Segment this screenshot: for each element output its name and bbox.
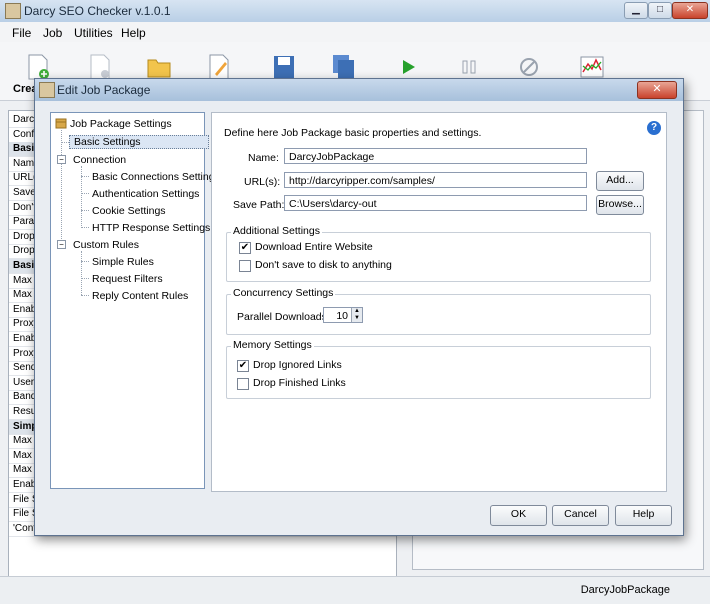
tree-cookie-settings[interactable]: Cookie Settings	[92, 205, 166, 217]
property-name: Resu	[13, 406, 37, 417]
tree-connection[interactable]: Connection	[73, 154, 126, 166]
browse-button[interactable]: Browse...	[596, 195, 644, 215]
dialog-icon	[39, 82, 55, 98]
property-name: Send	[13, 362, 37, 374]
close-button[interactable]: ✕	[672, 2, 708, 19]
main-title-bar: Darcy SEO Checker v.1.0.1 ▁ □ ✕	[0, 0, 710, 23]
basic-settings-panel: Define here Job Package basic properties…	[211, 112, 667, 492]
minimize-button[interactable]: ▁	[624, 2, 648, 19]
property-name: Para	[13, 216, 35, 228]
property-name: Don't	[13, 201, 37, 213]
menu-file[interactable]: File	[12, 26, 31, 40]
edit-job-package-dialog: Edit Job Package ✕ Job Package Settings …	[34, 78, 684, 536]
tree-basic-connections-settings[interactable]: Basic Connections Settings	[92, 171, 220, 183]
dialog-title: Edit Job Package	[57, 83, 151, 97]
download-entire-label: Download Entire Website	[255, 241, 373, 253]
tree-toggle-connection[interactable]: −	[57, 155, 66, 164]
save-disk-icon[interactable]	[272, 54, 296, 80]
property-name: Enab	[13, 303, 37, 315]
start-play-icon[interactable]	[397, 54, 421, 80]
pause-icon[interactable]	[457, 54, 481, 80]
name-input[interactable]: DarcyJobPackage	[284, 148, 587, 164]
property-name: User	[13, 376, 35, 388]
maximize-button[interactable]: □	[648, 2, 672, 19]
property-name: Band	[13, 391, 37, 403]
property-name: Drop	[13, 230, 35, 242]
tree-request-filters[interactable]: Request Filters	[92, 273, 163, 285]
property-name: Conf	[13, 128, 35, 140]
dont-save-label: Don't save to disk to anything	[255, 259, 392, 271]
app-icon	[5, 3, 21, 19]
dialog-close-button[interactable]: ✕	[637, 81, 677, 99]
property-name: URL(	[13, 172, 37, 184]
tree-simple-rules[interactable]: Simple Rules	[92, 256, 154, 268]
additional-settings-title: Additional Settings	[231, 225, 322, 237]
cancel-button[interactable]: Cancel	[552, 505, 609, 526]
property-name: Enab	[13, 333, 37, 344]
concurrency-settings-title: Concurrency Settings	[231, 287, 336, 299]
memory-settings-title: Memory Settings	[231, 339, 314, 351]
open-folder-icon[interactable]	[147, 54, 171, 80]
drop-ignored-label: Drop Ignored Links	[253, 359, 342, 371]
property-name: Max	[13, 449, 32, 461]
tree-custom-rules[interactable]: Custom Rules	[73, 239, 139, 251]
tree-reply-content-rules[interactable]: Reply Content Rules	[92, 290, 188, 302]
property-name: Max	[13, 464, 32, 476]
add-url-button[interactable]: Add...	[596, 171, 644, 191]
property-name: Enab	[13, 479, 37, 490]
save-all-icon[interactable]	[332, 54, 356, 80]
tree-authentication-settings[interactable]: Authentication Settings	[92, 188, 199, 200]
additional-settings-group: Additional Settings ✔ Download Entire We…	[226, 225, 651, 282]
chart-report-icon[interactable]	[580, 54, 604, 80]
status-job-name: DarcyJobPackage	[580, 584, 670, 596]
status-bar: DarcyJobPackage	[0, 576, 710, 604]
create-document-icon[interactable]	[26, 54, 50, 80]
menu-job[interactable]: Job	[43, 26, 62, 40]
download-entire-checkbox[interactable]: ✔	[239, 242, 251, 254]
drop-finished-checkbox[interactable]	[237, 378, 249, 390]
edit-document-icon[interactable]	[207, 54, 231, 80]
settings-tree: Job Package Settings Basic Settings − Co…	[50, 112, 220, 489]
concurrency-settings-group: Concurrency Settings Parallel Downloads:…	[226, 287, 651, 335]
property-name: Save	[13, 187, 36, 198]
drop-ignored-checkbox[interactable]: ✔	[237, 360, 249, 372]
package-icon	[55, 118, 67, 129]
menu-bar: File Job Utilities Help	[0, 22, 710, 42]
menu-help[interactable]: Help	[121, 26, 146, 40]
stop-icon[interactable]	[517, 54, 541, 80]
ok-button[interactable]: OK	[490, 505, 547, 526]
property-name: Max	[13, 435, 32, 447]
tree-job-package-settings[interactable]: Job Package Settings	[70, 118, 172, 130]
urls-input[interactable]: http://darcyripper.com/samples/	[284, 172, 587, 188]
help-icon[interactable]: ?	[647, 121, 661, 135]
save-path-label: Save Path:	[233, 199, 285, 211]
save-path-input[interactable]: C:\Users\darcy-out	[284, 195, 587, 211]
dialog-title-bar[interactable]: Edit Job Package ✕	[35, 79, 683, 101]
tree-toggle-custom-rules[interactable]: −	[57, 240, 66, 249]
name-label: Name:	[248, 152, 279, 164]
dont-save-checkbox[interactable]	[239, 260, 251, 272]
drop-finished-label: Drop Finished Links	[253, 377, 346, 389]
property-name: Drop	[13, 245, 35, 257]
app-title: Darcy SEO Checker v.1.0.1	[24, 4, 171, 18]
tree-basic-settings[interactable]: Basic Settings	[69, 135, 209, 149]
panel-description: Define here Job Package basic properties…	[224, 127, 482, 139]
urls-label: URL(s):	[244, 176, 281, 188]
menu-utilities[interactable]: Utilities	[74, 26, 113, 40]
memory-settings-group: Memory Settings ✔ Drop Ignored Links Dro…	[226, 339, 651, 399]
new-document-icon[interactable]	[88, 54, 112, 80]
parallel-downloads-label: Parallel Downloads:	[237, 311, 330, 323]
help-button[interactable]: Help	[615, 505, 672, 526]
tree-http-response-settings[interactable]: HTTP Response Settings	[92, 222, 210, 234]
property-name: Max	[13, 289, 32, 301]
parallel-downloads-spinner[interactable]: ▲ ▼	[351, 308, 362, 322]
property-name: Max	[13, 274, 32, 286]
